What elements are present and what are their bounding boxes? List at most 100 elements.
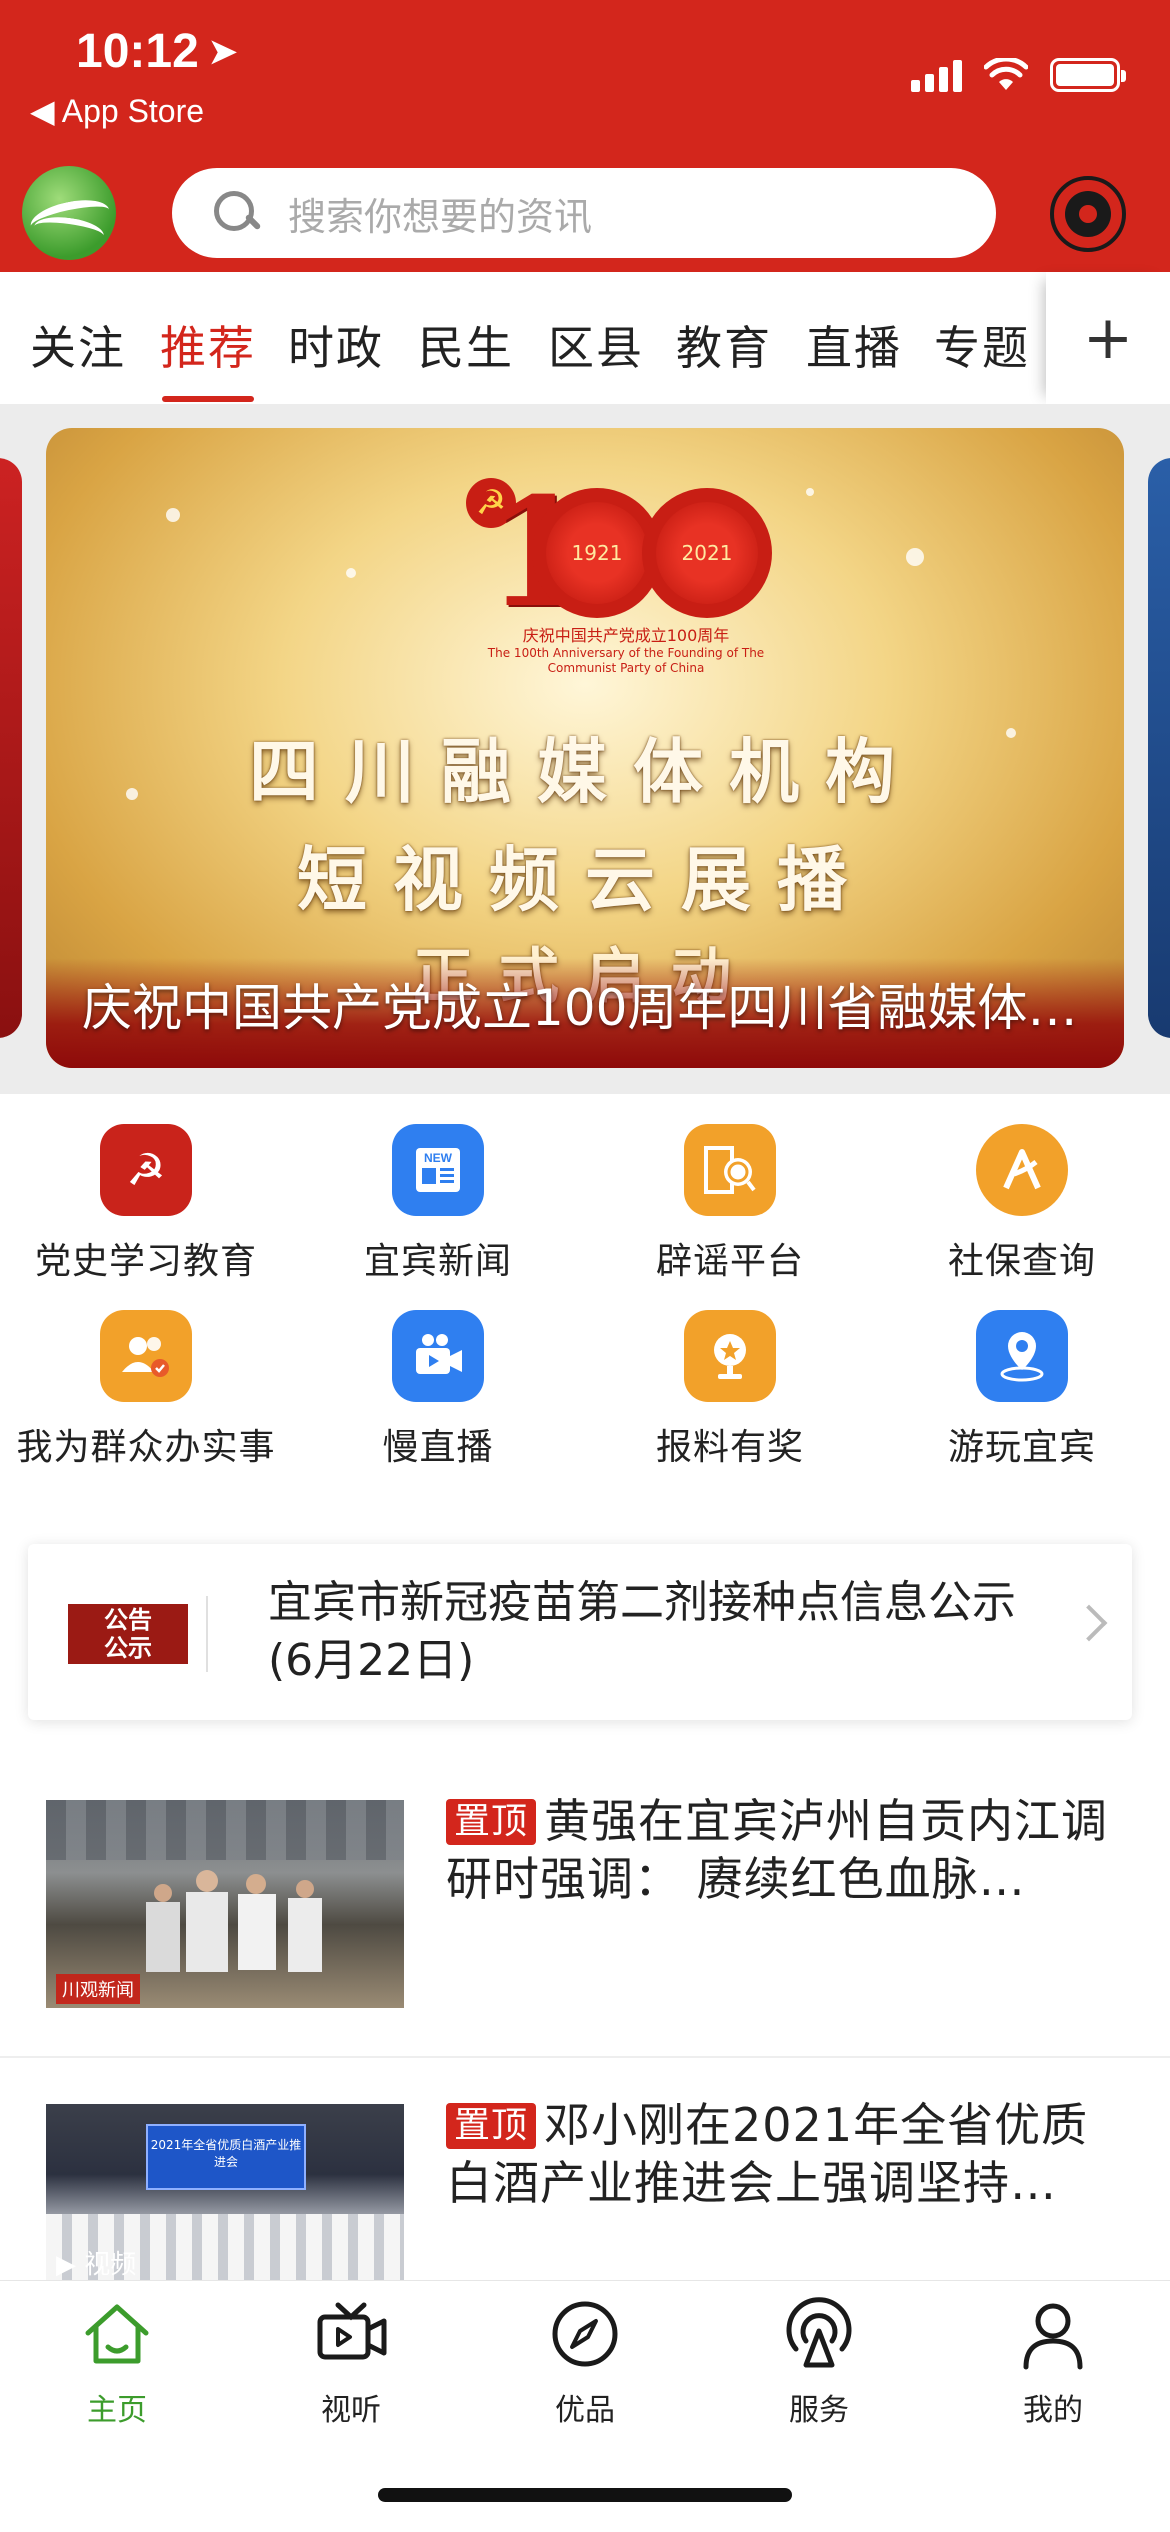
back-to-app-store[interactable]: ◀ App Store: [30, 92, 204, 130]
divider: [0, 2056, 1170, 2058]
nav-label: 主页: [87, 2393, 147, 2428]
nav-services[interactable]: 服务: [702, 2297, 936, 2429]
search-input[interactable]: 搜索你想要的资讯: [172, 168, 996, 258]
social-security-icon: [976, 1124, 1068, 1216]
news-title: 置顶 邓小刚在2021年全省优质白酒产业推进会上强调坚持…: [446, 2096, 1126, 2212]
status-icons: [911, 52, 1126, 92]
badge-caption-en: The 100th Anniversary of the Founding of…: [487, 646, 765, 675]
grid-label: 报料有奖: [655, 1427, 804, 1468]
announcement-text: 宜宾市新冠疫苗第二剂接种点信息公示 (6月22日): [268, 1577, 1016, 1686]
video-badge: ▶ 视频: [56, 2250, 137, 2280]
grid-slow-live[interactable]: 慢直播: [292, 1310, 584, 1470]
video-badge-label: 视频: [84, 2250, 137, 2280]
status-bar: 10:12 ➤ ◀ App Store: [0, 0, 1170, 150]
banner-slide[interactable]: ☭ 1 1921 2021 庆祝中国共产党成立100周年 The 100th A…: [46, 428, 1124, 1068]
badge-caption-cn: 庆祝中国共产党成立100周年: [522, 626, 730, 645]
banner-headline-1: 四川融媒体机构: [249, 730, 921, 813]
grid-label: 我为群众办实事: [16, 1427, 276, 1466]
compass-icon: [548, 2297, 622, 2371]
svg-text:NEW: NEW: [424, 1151, 453, 1165]
people-icon: [100, 1310, 192, 1402]
news-title-text: 邓小刚在2021年全省优质白酒产业推进会上强调坚持…: [446, 2098, 1089, 2210]
trophy-icon: [684, 1310, 776, 1402]
pinned-badge: 置顶: [446, 1799, 537, 1845]
category-tabs: 关注 推荐 时政 民生 区县 教育 直播 专题 +: [0, 272, 1170, 404]
banner-headline-2: 短视频云展播: [297, 838, 873, 921]
camera-shutter-icon: [1065, 191, 1111, 237]
badge-caption: 庆祝中国共产党成立100周年 The 100th Anniversary of …: [476, 626, 776, 676]
grid-label: 慢直播: [382, 1427, 494, 1468]
tab-politics[interactable]: 时政: [288, 312, 384, 378]
grid-rumor-platform[interactable]: 辟谣平台: [584, 1124, 876, 1284]
tab-districts[interactable]: 区县: [548, 312, 644, 378]
news-thumbnail: 川观新闻: [46, 1800, 404, 2008]
nav-profile[interactable]: 我的: [936, 2297, 1170, 2429]
nav-home[interactable]: 主页: [0, 2297, 234, 2429]
grid-label: 党史学习教育: [34, 1241, 257, 1282]
news-item[interactable]: 2021年全省优质白酒产业推进会 ▶ 视频 置顶 邓小刚在2021年全省优质白酒产…: [0, 2072, 1170, 2280]
banner-prev-slide[interactable]: [0, 458, 22, 1038]
rumor-icon: [684, 1124, 776, 1216]
news-thumbnail: 2021年全省优质白酒产业推进会 ▶ 视频: [46, 2104, 404, 2280]
news-title-text: 黄强在宜宾泸州自贡内江调研时强调： 赓续红色血脉…: [446, 1794, 1109, 1906]
status-time: 10:12 ➤: [76, 24, 237, 79]
user-icon: [1016, 2297, 1090, 2371]
chevron-right-icon: [1070, 1604, 1108, 1642]
nav-label: 视听: [321, 2393, 381, 2428]
nav-media[interactable]: 视听: [234, 2297, 468, 2429]
nav-label: 服务: [789, 2393, 849, 2428]
tv-icon: [314, 2297, 388, 2371]
grid-label: 社保查询: [947, 1241, 1096, 1282]
location-arrow-icon: ➤: [208, 33, 238, 71]
tab-livelihood[interactable]: 民生: [418, 312, 514, 378]
party-emblem-icon: ☭: [100, 1124, 192, 1216]
grid-tour-yibin[interactable]: 游玩宜宾: [876, 1310, 1168, 1470]
news-icon: NEW: [392, 1124, 484, 1216]
tab-live[interactable]: 直播: [806, 312, 902, 378]
grid-social-security[interactable]: 社保查询: [876, 1124, 1168, 1284]
grid-label: 宜宾新闻: [363, 1241, 512, 1282]
search-placeholder: 搜索你想要的资讯: [288, 194, 593, 239]
tab-follow[interactable]: 关注: [30, 312, 126, 378]
centenary-emblem: ☭ 1 1921 2021: [466, 478, 776, 628]
grid-party-history[interactable]: ☭ 党史学习教育: [0, 1124, 292, 1284]
banner-caption: 庆祝中国共产党成立100周年四川省融媒体机构短视频云展播正式启动: [82, 979, 1092, 1037]
home-icon: [80, 2297, 154, 2371]
tab-recommend[interactable]: 推荐: [160, 312, 256, 378]
announcement-tag-line1: 公告: [104, 1606, 152, 1634]
app-logo[interactable]: [22, 166, 116, 260]
search-icon: [212, 189, 260, 237]
thumb-screen-text: 2021年全省优质白酒产业推进会: [146, 2124, 306, 2190]
announcement-tag-line2: 公示: [104, 1634, 152, 1662]
nav-products[interactable]: 优品: [468, 2297, 702, 2429]
wifi-icon: [984, 58, 1028, 90]
add-tab-button[interactable]: +: [1046, 272, 1170, 404]
tab-education[interactable]: 教育: [676, 312, 772, 378]
grid-label: 辟谣平台: [655, 1241, 804, 1282]
news-item[interactable]: 川观新闻 置顶 黄强在宜宾泸州自贡内江调研时强调： 赓续红色血脉…: [0, 1768, 1170, 2068]
broadcast-icon: [782, 2297, 856, 2371]
app-header: 10:12 ➤ ◀ App Store 搜索你想要的资讯: [0, 0, 1170, 272]
camera-button[interactable]: [1050, 176, 1126, 252]
home-indicator: [378, 2488, 792, 2502]
nav-label: 我的: [1023, 2393, 1083, 2428]
grid-label: 游玩宜宾: [947, 1427, 1096, 1468]
announcement-card[interactable]: 公告 公示 宜宾市新冠疫苗第二剂接种点信息公示 (6月22日): [28, 1544, 1132, 1720]
grid-yibin-news[interactable]: NEW 宜宾新闻: [292, 1124, 584, 1284]
badge-year-end: 2021: [642, 488, 772, 618]
thumb-watermark: 川观新闻: [56, 1974, 140, 2004]
divider: [206, 1596, 208, 1672]
nav-label: 优品: [555, 2393, 615, 2428]
grid-tip-reward[interactable]: 报料有奖: [584, 1310, 876, 1470]
pinned-badge: 置顶: [446, 2103, 537, 2149]
status-time-text: 10:12: [76, 25, 199, 78]
banner-next-slide[interactable]: [1148, 458, 1170, 1038]
news-title: 置顶 黄强在宜宾泸州自贡内江调研时强调： 赓续红色血脉…: [446, 1792, 1126, 1908]
grid-serve-people[interactable]: 我为群众办实事: [0, 1310, 292, 1466]
active-tab-indicator: [162, 396, 254, 402]
battery-icon: [1050, 58, 1126, 92]
tab-topics[interactable]: 专题: [934, 312, 1030, 378]
location-pin-icon: [976, 1310, 1068, 1402]
cellular-signal-icon: [911, 58, 962, 92]
video-camera-icon: [392, 1310, 484, 1402]
